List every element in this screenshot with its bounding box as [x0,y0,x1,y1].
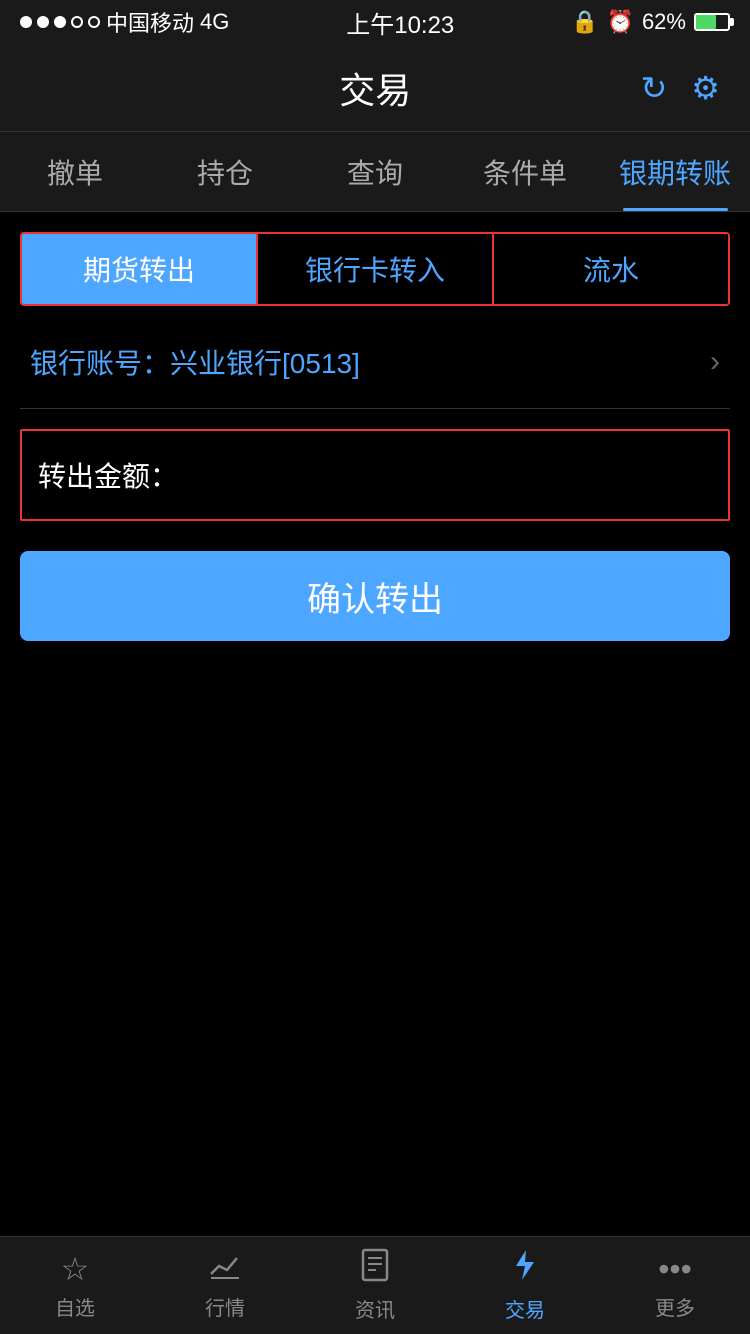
subtab-bank-in[interactable]: 银行卡转入 [258,234,494,304]
bank-account-row[interactable]: 银行账号：兴业银行[0513] › [20,316,730,409]
settings-button[interactable]: ⚙ [691,69,720,107]
amount-input-row: 转出金额： [20,429,730,521]
signal-dots [20,16,100,28]
nav-icons: ↻ ⚙ [640,69,720,107]
bottom-tab-watchlist[interactable]: ☆ 自选 [0,1250,150,1321]
status-right: 🔒 ⏰ 62% [571,9,730,35]
bottom-tab-news[interactable]: 资讯 [300,1248,450,1323]
dot1 [20,16,32,28]
lock-icon: 🔒 [571,9,598,35]
status-bar: 中国移动 4G 上午10:23 🔒 ⏰ 62% [0,0,750,44]
bottom-tab-more-label: 更多 [655,1292,695,1321]
bank-account-label: 银行账号：兴业银行[0513] [30,342,360,382]
nav-bar: 交易 ↻ ⚙ [0,44,750,132]
tab-cancel[interactable]: 撤单 [0,132,150,211]
bottom-tab-market-label: 行情 [205,1292,245,1321]
bottom-bar: ☆ 自选 行情 资讯 交易 ••• [0,1236,750,1334]
dot4 [71,16,83,28]
star-icon: ☆ [61,1250,90,1288]
main-tabs: 撤单 持仓 查询 条件单 银期转账 [0,132,750,212]
network-label: 4G [200,9,229,35]
bottom-tab-trade[interactable]: 交易 [450,1248,600,1323]
lightning-icon [512,1248,538,1290]
dots-icon: ••• [658,1251,692,1288]
chart-icon [209,1251,241,1288]
nav-title: 交易 [339,62,411,114]
battery-fill [696,15,716,29]
tab-conditional[interactable]: 条件单 [450,132,600,211]
confirm-transfer-button[interactable]: 确认转出 [20,551,730,641]
bottom-tab-more[interactable]: ••• 更多 [600,1251,750,1321]
tab-position[interactable]: 持仓 [150,132,300,211]
dot2 [37,16,49,28]
bank-account-suffix: [0513] [282,348,360,379]
refresh-button[interactable]: ↻ [640,69,667,107]
bottom-tab-watchlist-label: 自选 [55,1292,95,1321]
bottom-tab-trade-label: 交易 [505,1294,545,1323]
subtab-futures-out[interactable]: 期货转出 [22,234,258,304]
subtab-history[interactable]: 流水 [494,234,728,304]
battery-percent: 62% [642,9,686,35]
chevron-right-icon: › [710,345,720,379]
amount-input[interactable] [178,459,712,491]
bottom-tab-market[interactable]: 行情 [150,1251,300,1321]
amount-label: 转出金额： [38,455,178,495]
dot5 [88,16,100,28]
status-time: 上午10:23 [346,5,454,40]
bank-name-text: 银行账号：兴业银行 [30,348,282,379]
status-left: 中国移动 4G [20,6,229,38]
doc-icon [361,1248,389,1290]
tab-query[interactable]: 查询 [300,132,450,211]
content-area: 银行账号：兴业银行[0513] › 转出金额： 确认转出 [0,316,750,641]
bottom-tab-news-label: 资讯 [355,1294,395,1323]
battery-icon [694,13,730,31]
alarm-icon: ⏰ [607,9,634,35]
sub-tabs: 期货转出 银行卡转入 流水 [20,232,730,306]
tab-transfer[interactable]: 银期转账 [600,132,750,211]
dot3 [54,16,66,28]
carrier-label: 中国移动 [106,6,194,38]
